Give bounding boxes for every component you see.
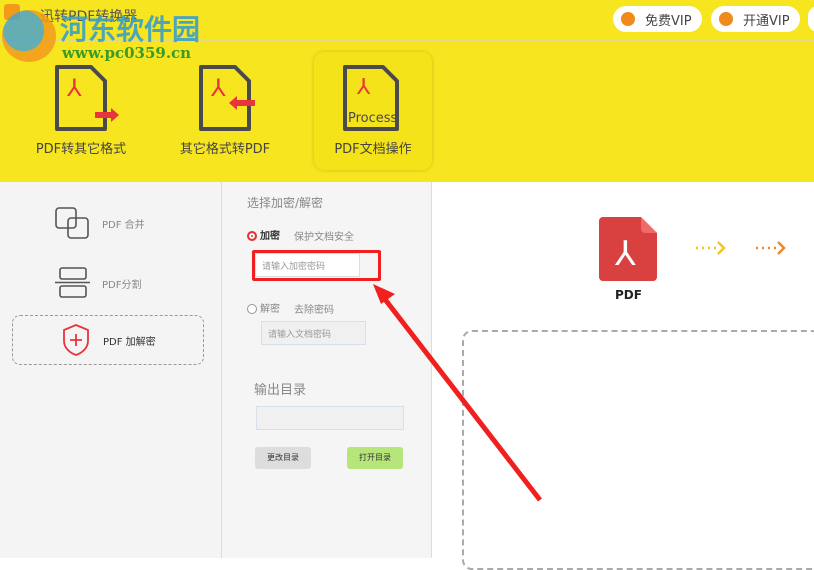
red-annotation-arrow-icon [373, 284, 542, 502]
